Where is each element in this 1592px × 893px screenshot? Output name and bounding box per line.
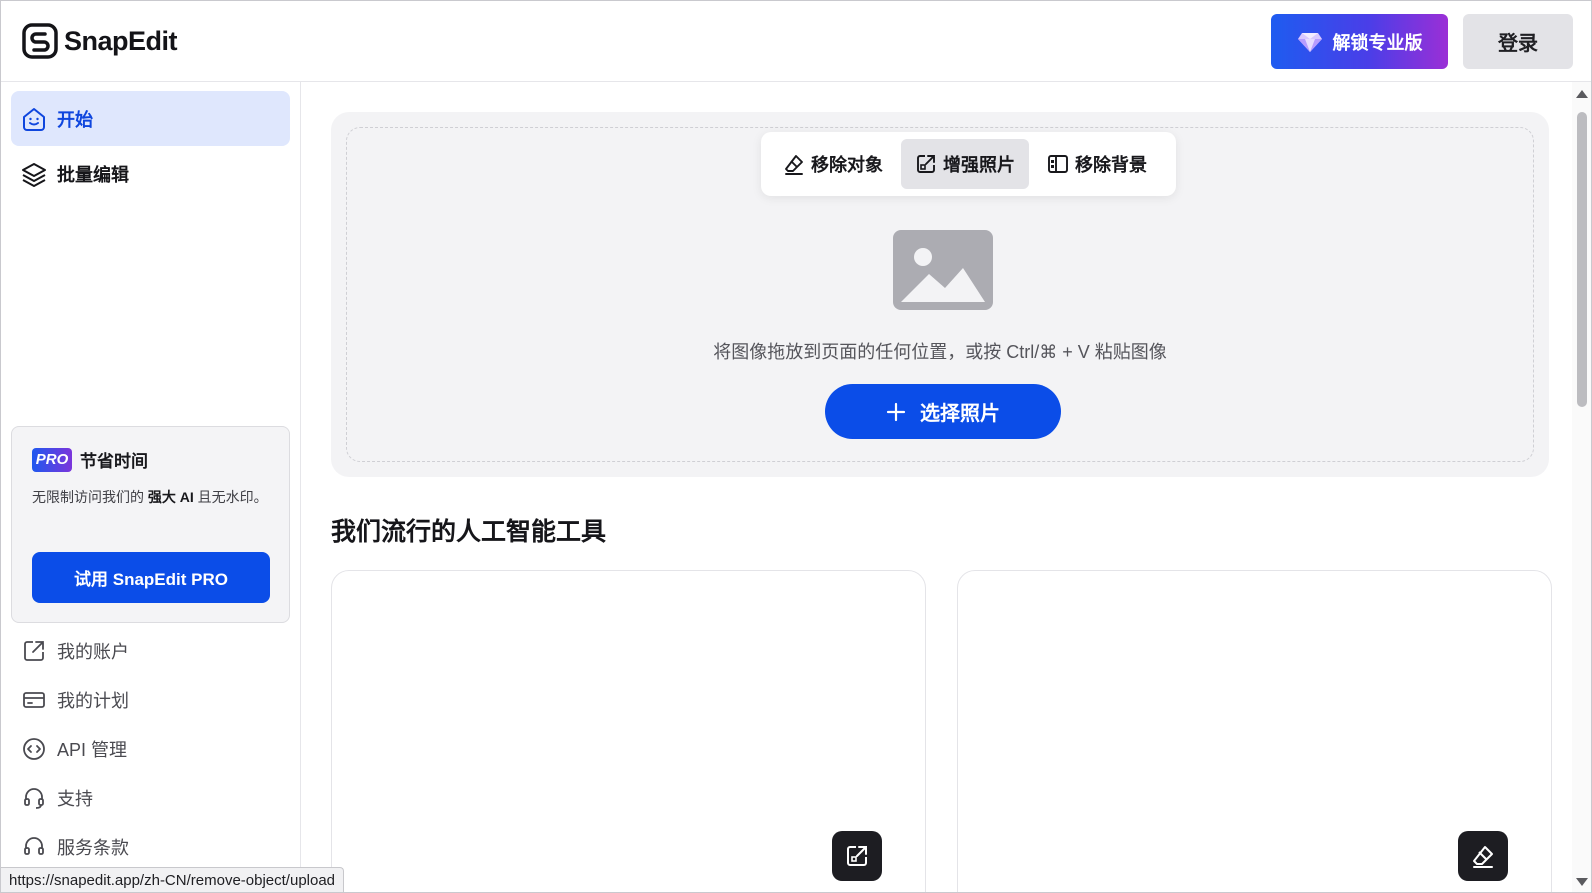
promo-header: PRO 节省时间 [32,447,148,472]
try-pro-button[interactable]: 试用 SnapEdit PRO [32,552,270,603]
snapedit-logo-icon [22,23,58,59]
tab-label: 移除背景 [1075,155,1147,175]
external-square-icon [24,641,44,661]
enhance-icon [847,846,867,866]
sidebar-item-batch-edit[interactable]: 批量编辑 [11,146,290,201]
tab-label: 增强照片 [943,155,1015,175]
sidebar: 开始 批量编辑 PRO 节省时间 无限制访问我们的 强大 AI 且无水印。 试用… [1,82,301,892]
sidebar-link-label: 支持 [57,789,93,809]
headset-icon [24,837,44,855]
remove-bg-icon [1048,155,1068,173]
choose-photo-button[interactable]: 选择照片 [825,384,1061,439]
promo-title: 节省时间 [80,452,148,471]
sidebar-link-label: 服务条款 [57,838,129,858]
sidebar-link-api[interactable]: API 管理 [22,736,127,762]
status-bar-url: https://snapedit.app/zh-CN/remove-object… [1,867,345,892]
card-remove-object-button[interactable] [1458,831,1508,881]
choose-photo-label: 选择照片 [920,403,1000,425]
main-content: 移除对象 增强照片 移除背景 将图像拖放到页面的任何位置，或按 Ctrl/⌘ +… [301,82,1572,892]
tab-remove-background[interactable]: 移除背景 [1033,139,1161,189]
tool-card-enhance[interactable] [331,570,926,892]
login-button[interactable]: 登录 [1463,14,1573,69]
layers-icon [22,162,46,187]
app-window: SnapEdit 解锁专业版 登录 开始 批量编辑 PRO 节省时间 无限制访问… [0,0,1592,893]
pro-promo-card: PRO 节省时间 无限制访问我们的 强大 AI 且无水印。 试用 SnapEdi… [11,426,290,623]
eraser-icon [785,155,803,175]
sidebar-link-my-plan[interactable]: 我的计划 [22,687,129,713]
enhance-icon [917,155,935,173]
sidebar-link-label: 我的账户 [57,642,129,662]
brand-logo[interactable]: SnapEdit [22,23,178,59]
headset-icon [24,788,44,809]
smile-home-icon [23,107,45,131]
card-enhance-button[interactable] [832,831,882,881]
upload-panel[interactable]: 移除对象 增强照片 移除背景 将图像拖放到页面的任何位置，或按 Ctrl/⌘ +… [331,112,1549,477]
tool-tabs: 移除对象 增强照片 移除背景 [761,132,1176,196]
unlock-pro-label: 解锁专业版 [1332,32,1423,53]
scroll-thumb[interactable] [1577,112,1587,407]
tool-card-remove-object[interactable] [957,570,1552,892]
unlock-pro-button[interactable]: 解锁专业版 [1271,14,1448,69]
sidebar-item-label: 批量编辑 [57,164,129,185]
tab-enhance-photo[interactable]: 增强照片 [901,139,1029,189]
sidebar-link-label: API 管理 [57,740,128,760]
page-scrollbar[interactable] [1572,82,1591,892]
scroll-up-arrow-icon[interactable] [1576,90,1588,98]
eraser-icon [1473,846,1493,868]
drop-hint-text: 将图像拖放到页面的任何位置，或按 Ctrl/⌘ + V 粘贴图像 [713,342,1167,362]
sidebar-item-start[interactable]: 开始 [11,91,290,146]
scroll-down-arrow-icon[interactable] [1576,878,1588,886]
sidebar-link-support[interactable]: 支持 [22,785,93,811]
section-title: 我们流行的人工智能工具 [331,518,607,546]
credit-card-icon [23,692,45,708]
tab-label: 移除对象 [811,155,883,175]
tab-remove-object[interactable]: 移除对象 [769,139,897,189]
promo-description: 无限制访问我们的 强大 AI 且无水印。 [32,489,268,505]
sidebar-link-my-account[interactable]: 我的账户 [22,638,129,664]
diamond-icon [1297,32,1322,52]
sidebar-item-label: 开始 [57,109,93,130]
brand-name: SnapEdit [64,25,178,56]
plus-icon [886,402,906,421]
sidebar-link-terms[interactable]: 服务条款 [22,834,129,860]
pro-badge: PRO [32,447,72,472]
sidebar-link-label: 我的计划 [57,691,129,711]
image-placeholder-icon [893,230,993,310]
code-circle-icon [23,738,45,760]
top-header: SnapEdit 解锁专业版 登录 [1,1,1591,82]
